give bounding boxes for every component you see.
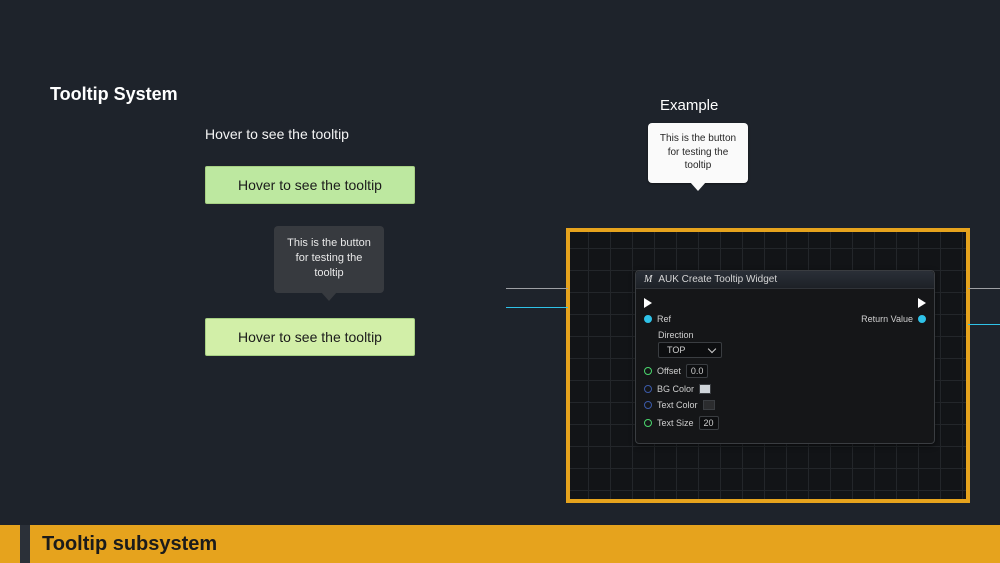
pin-bgcolor-label: BG Color <box>657 384 694 394</box>
footer-banner: Tooltip subsystem <box>0 525 1000 563</box>
blueprint-editor-panel: M AUK Create Tooltip Widget Ref Return V… <box>566 228 970 503</box>
pin-direction-label: Direction <box>658 330 694 340</box>
exec-out-pin[interactable] <box>918 298 926 308</box>
direction-select-value: TOP <box>667 345 685 355</box>
textcolor-swatch[interactable] <box>703 400 715 410</box>
pin-ref-label: Ref <box>657 314 671 324</box>
pin-return-label: Return Value <box>861 314 913 324</box>
pin-return-value[interactable] <box>918 315 926 323</box>
chevron-down-icon <box>708 344 716 352</box>
blueprint-node-header: M AUK Create Tooltip Widget <box>636 271 934 289</box>
footer-title: Tooltip subsystem <box>42 533 217 556</box>
node-prefix-icon: M <box>644 274 652 285</box>
direction-select[interactable]: TOP <box>658 342 722 358</box>
plain-hover-text: Hover to see the tooltip <box>205 126 349 142</box>
pin-text-color[interactable] <box>644 401 652 409</box>
wire-ref-in <box>506 307 568 308</box>
exec-in-pin[interactable] <box>644 298 652 308</box>
hover-demo-button-1[interactable]: Hover to see the tooltip <box>205 166 415 204</box>
example-heading: Example <box>660 97 718 114</box>
pin-bg-color[interactable] <box>644 385 652 393</box>
pin-ref[interactable] <box>644 315 652 323</box>
page-title: Tooltip System <box>50 84 178 105</box>
pin-textsize-label: Text Size <box>657 418 694 428</box>
textsize-input[interactable]: 20 <box>699 416 719 430</box>
blueprint-node-title: AUK Create Tooltip Widget <box>658 274 777 285</box>
pin-textcolor-label: Text Color <box>657 400 698 410</box>
pin-text-size[interactable] <box>644 419 652 427</box>
blueprint-node[interactable]: M AUK Create Tooltip Widget Ref Return V… <box>635 270 935 444</box>
pin-offset[interactable] <box>644 367 652 375</box>
offset-input[interactable]: 0.0 <box>686 364 709 378</box>
pin-offset-label: Offset <box>657 366 681 376</box>
wire-return-out <box>968 324 1000 325</box>
footer-accent <box>20 525 30 563</box>
wire-exec-out <box>968 288 1000 289</box>
wire-exec-in <box>506 288 568 289</box>
tooltip-dark: This is the button for testing the toolt… <box>274 226 384 293</box>
tooltip-light: This is the button for testing the toolt… <box>648 123 748 183</box>
bgcolor-swatch[interactable] <box>699 384 711 394</box>
hover-demo-button-2[interactable]: Hover to see the tooltip <box>205 318 415 356</box>
